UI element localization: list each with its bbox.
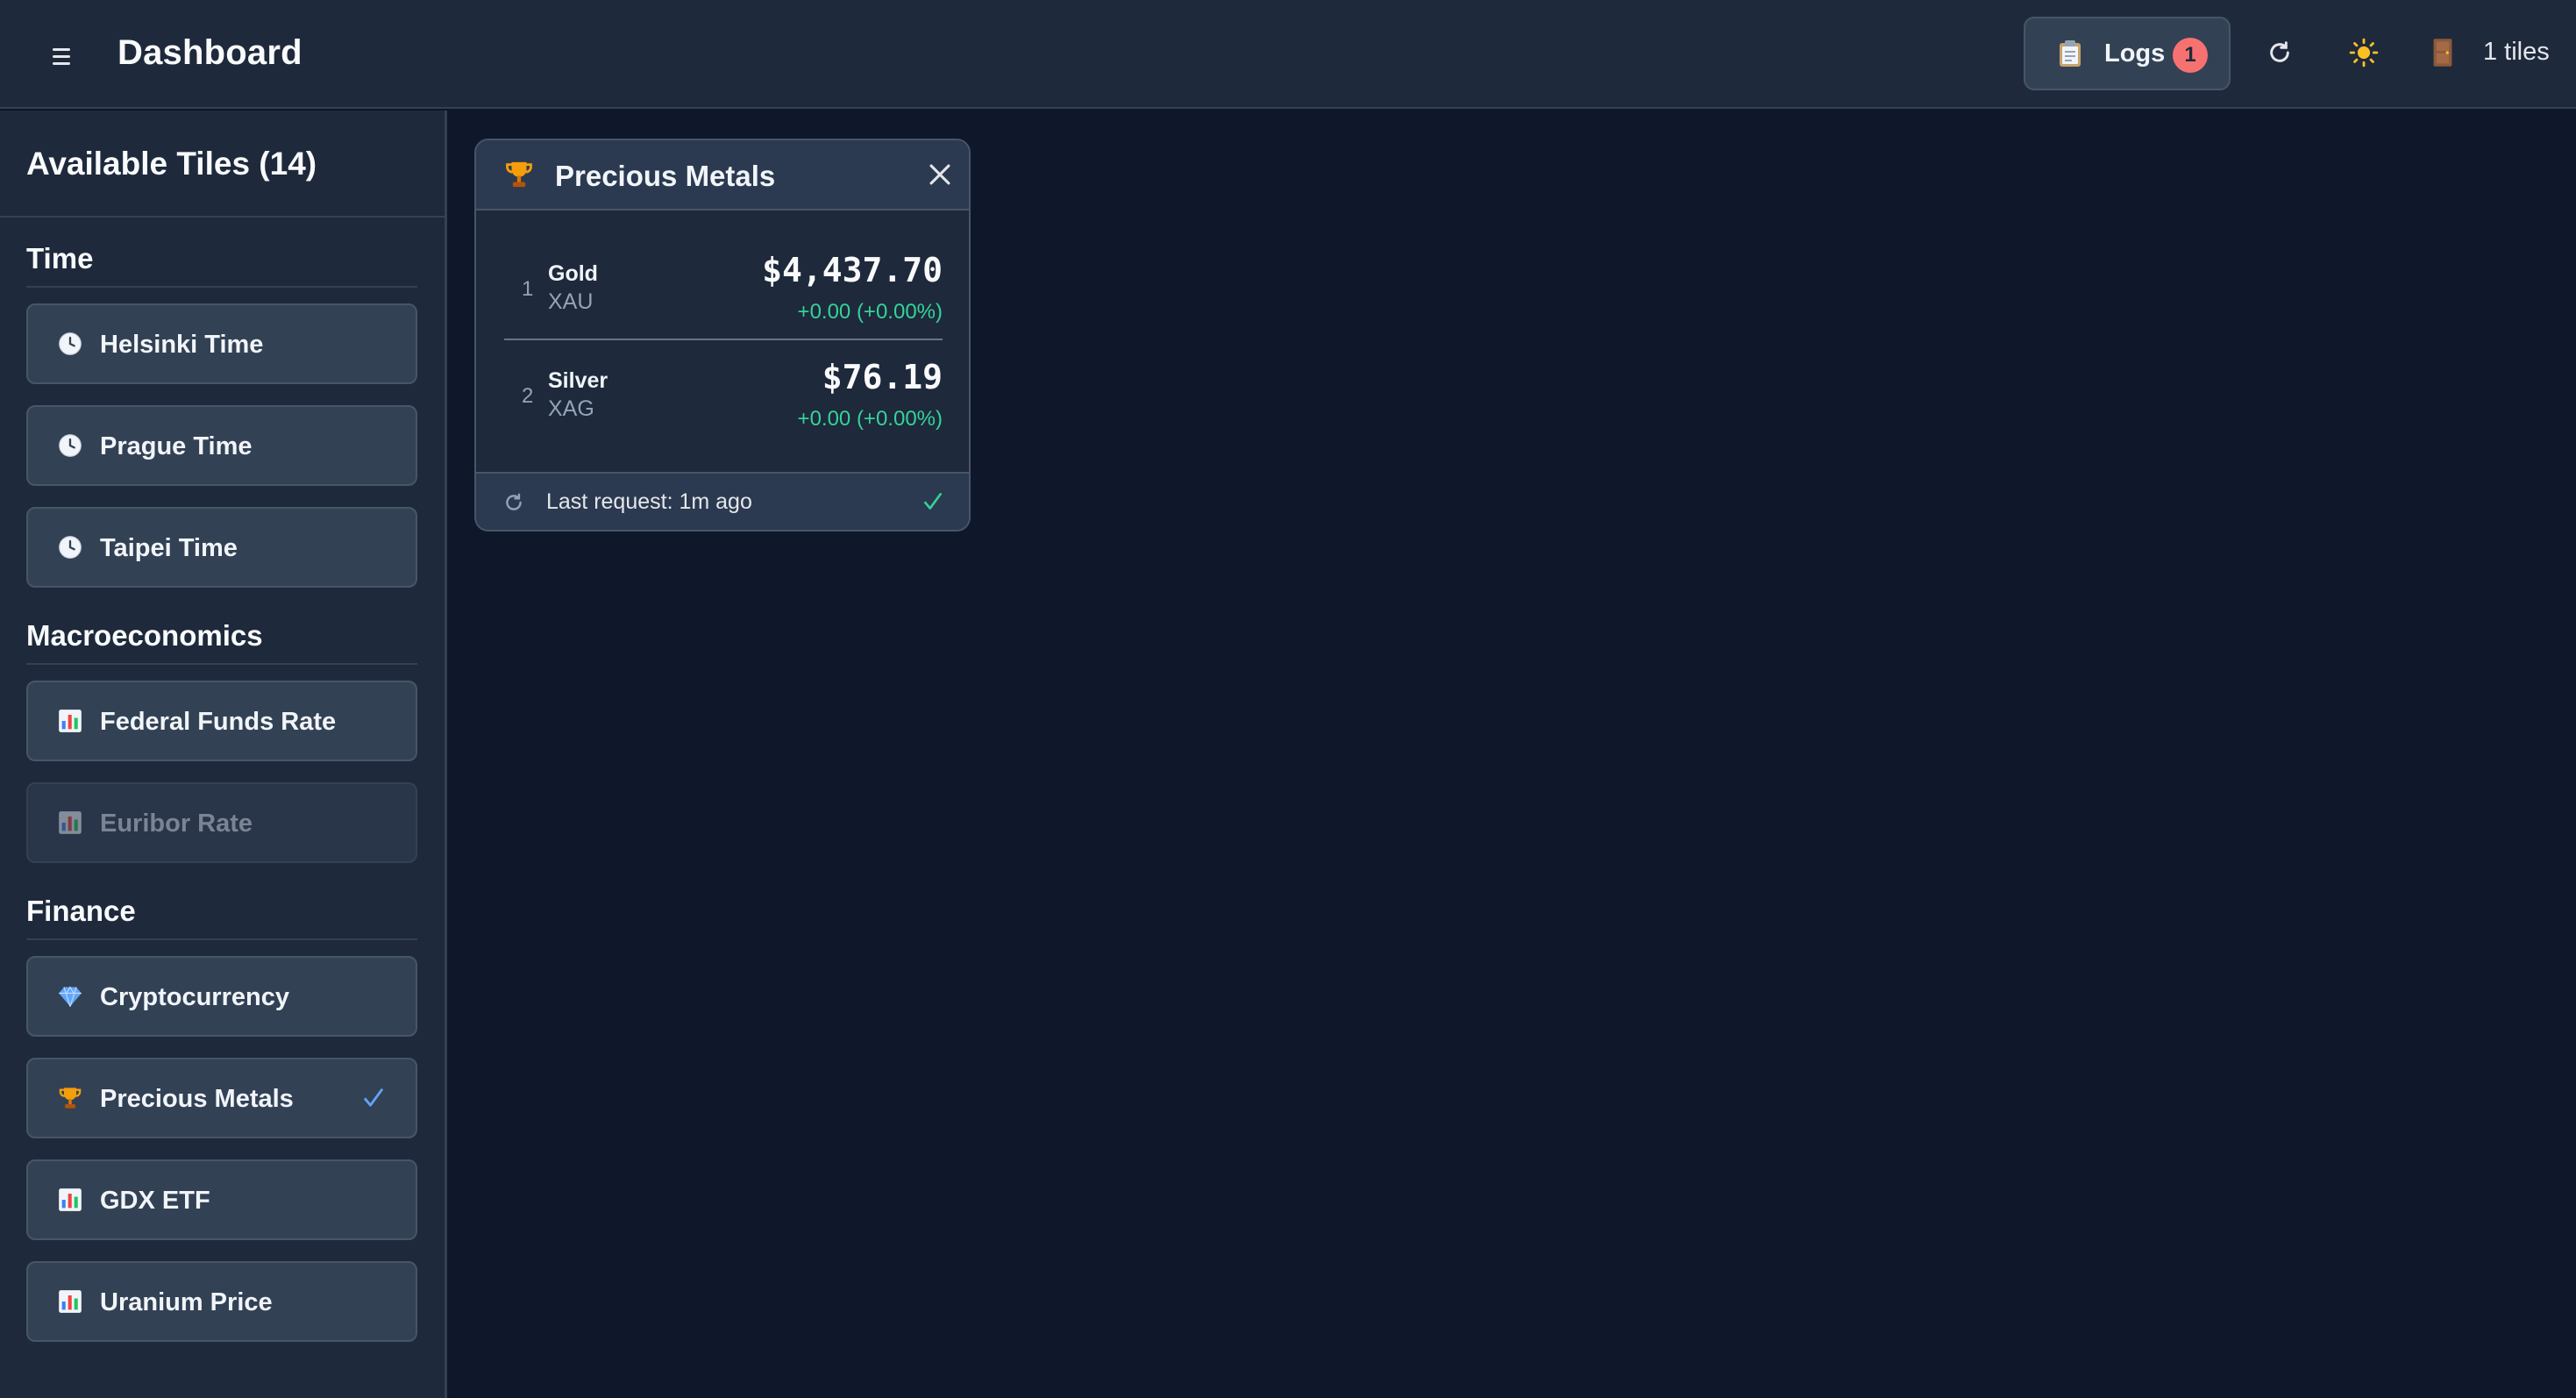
- tile-item-label: GDX ETF: [100, 1187, 210, 1215]
- close-icon[interactable]: [925, 160, 955, 189]
- metal-change: +0.00 (+0.00%): [797, 300, 943, 324]
- bar-chart-icon: [59, 811, 82, 834]
- metal-symbol: XAG: [548, 396, 594, 421]
- refresh-button[interactable]: [2260, 33, 2299, 72]
- tile-item-label: Precious Metals: [100, 1085, 294, 1113]
- tile-item-taipei-time[interactable]: Taipei Time: [26, 507, 417, 588]
- tile-item-label: Federal Funds Rate: [100, 708, 337, 736]
- section-divider: [26, 286, 417, 288]
- row-divider: [504, 339, 943, 340]
- tile-item-precious-metals[interactable]: Precious Metals: [26, 1058, 417, 1138]
- tile-item-prague-time[interactable]: Prague Time: [26, 405, 417, 486]
- bar-chart-icon: [59, 710, 82, 732]
- tile-item-label: Uranium Price: [100, 1288, 273, 1316]
- check-icon: [924, 493, 942, 510]
- sidebar-title: Available Tiles (14): [26, 146, 317, 182]
- sidebar-header: Available Tiles (14): [0, 111, 445, 218]
- metal-name: Silver: [548, 368, 608, 393]
- section-divider: [26, 938, 417, 940]
- refresh-icon[interactable]: [502, 491, 525, 514]
- tile-item-label: Helsinki Time: [100, 331, 264, 359]
- tile-footer: Last request: 1m ago: [476, 472, 969, 530]
- section-divider: [26, 663, 417, 665]
- precious-metals-tile[interactable]: Precious Metals 1 Gold XAU $4,437.70 +0.…: [474, 139, 971, 531]
- app: Dashboard Logs 1 1 tiles Available Tiles…: [0, 0, 2576, 1398]
- section-title-macroeconomics: Macroeconomics: [26, 619, 263, 652]
- metal-row-silver: 2 Silver XAG $76.19 +0.00 (+0.00%): [504, 344, 943, 449]
- tile-item-euribor-rate[interactable]: Euribor Rate: [26, 782, 417, 863]
- trophy-icon: [506, 161, 532, 188]
- logout-button[interactable]: [2423, 33, 2462, 72]
- tile-item-cryptocurrency[interactable]: Cryptocurrency: [26, 956, 417, 1037]
- door-icon: [2433, 39, 2452, 67]
- logs-label: Logs: [2104, 39, 2166, 68]
- dashboard-canvas: Precious Metals 1 Gold XAU $4,437.70 +0.…: [447, 111, 2576, 1398]
- tile-item-label: Cryptocurrency: [100, 983, 289, 1011]
- trophy-icon: [59, 1088, 82, 1109]
- theme-toggle-button[interactable]: [2345, 33, 2383, 72]
- gem-icon: [59, 986, 82, 1007]
- metal-row-gold: 1 Gold XAU $4,437.70 +0.00 (+0.00%): [504, 237, 943, 342]
- top-bar: Dashboard Logs 1 1 tiles: [0, 0, 2576, 109]
- section-title-time: Time: [26, 242, 94, 275]
- menu-icon: [53, 47, 70, 51]
- logs-button[interactable]: Logs 1: [2024, 17, 2231, 90]
- sun-icon: [2349, 38, 2379, 68]
- bar-chart-icon: [59, 1290, 82, 1313]
- tile-item-uranium-price[interactable]: Uranium Price: [26, 1261, 417, 1342]
- row-rank: 1: [522, 277, 534, 301]
- tile-item-label: Euribor Rate: [100, 810, 253, 838]
- check-icon: [364, 1088, 383, 1107]
- clipboard-icon: [2060, 40, 2081, 67]
- page-title: Dashboard: [117, 33, 302, 72]
- metal-price: $4,437.70: [762, 251, 943, 289]
- bar-chart-icon: [59, 1188, 82, 1211]
- metal-symbol: XAU: [548, 289, 594, 314]
- tiles-count: 1 tiles: [2483, 38, 2550, 66]
- last-request-text: Last request: 1m ago: [546, 489, 752, 514]
- metal-change: +0.00 (+0.00%): [797, 407, 943, 431]
- clock-icon: [59, 536, 82, 559]
- tile-item-federal-funds-rate[interactable]: Federal Funds Rate: [26, 681, 417, 761]
- tile-item-gdx-etf[interactable]: GDX ETF: [26, 1159, 417, 1240]
- sidebar: Available Tiles (14) Time Helsinki Time …: [0, 111, 447, 1398]
- tile-item-helsinki-time[interactable]: Helsinki Time: [26, 303, 417, 384]
- refresh-icon: [2270, 41, 2289, 62]
- tile-item-label: Taipei Time: [100, 534, 238, 562]
- logs-count-badge: 1: [2173, 38, 2208, 73]
- tile-item-label: Prague Time: [100, 432, 253, 460]
- tile-title: Precious Metals: [555, 160, 776, 192]
- metal-price: $76.19: [822, 358, 943, 396]
- section-title-finance: Finance: [26, 895, 136, 927]
- clock-icon: [59, 332, 82, 355]
- metal-name: Gold: [548, 261, 598, 286]
- row-rank: 2: [522, 384, 534, 408]
- clock-icon: [59, 434, 82, 457]
- menu-button[interactable]: [46, 40, 77, 72]
- tile-header[interactable]: Precious Metals: [476, 140, 969, 210]
